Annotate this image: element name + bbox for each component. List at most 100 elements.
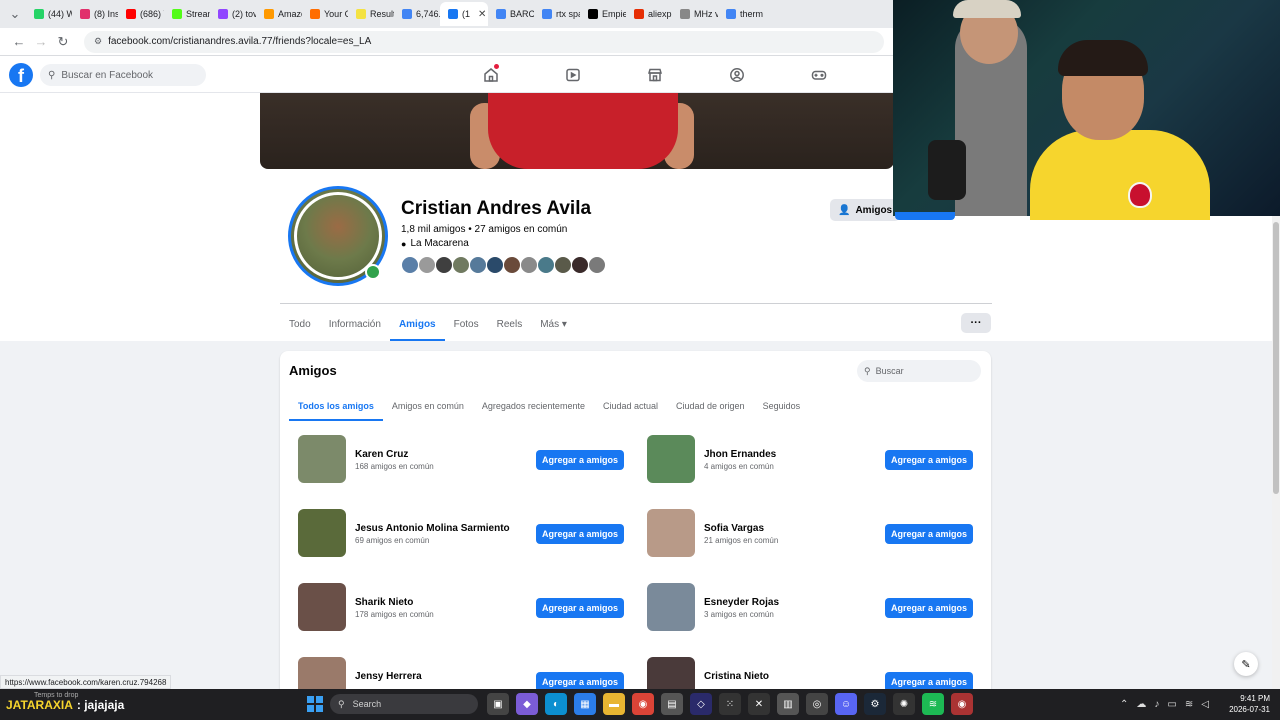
browser-tab[interactable]: 6,746. bbox=[394, 2, 440, 26]
browser-tab[interactable]: MHz v bbox=[672, 2, 718, 26]
task-view-icon[interactable]: ▣ bbox=[487, 693, 509, 715]
obs-icon[interactable]: ◎ bbox=[806, 693, 828, 715]
mutual-friend-avatar[interactable] bbox=[401, 256, 419, 274]
browser-tab[interactable]: (1 ✕ bbox=[440, 2, 488, 26]
discord-icon[interactable]: ☺ bbox=[835, 693, 857, 715]
mutual-friend-avatar[interactable] bbox=[486, 256, 504, 274]
browser-tab[interactable]: aliexp bbox=[626, 2, 672, 26]
browser-tab[interactable]: Your C bbox=[302, 2, 348, 26]
capcut-icon[interactable]: ✕ bbox=[748, 693, 770, 715]
profile-tab[interactable]: Fotos bbox=[445, 307, 488, 341]
app-grid-icon[interactable]: ⁙ bbox=[719, 693, 741, 715]
friends-search-input[interactable]: ⚲ Buscar bbox=[857, 360, 981, 382]
friend-photo[interactable] bbox=[298, 657, 346, 689]
friend-name[interactable]: Jensy Herrera bbox=[355, 671, 422, 682]
profile-tab[interactable]: Amigos bbox=[389, 307, 445, 341]
friends-subtab[interactable]: Seguidos bbox=[754, 391, 810, 421]
mutual-friend-avatar[interactable] bbox=[452, 256, 470, 274]
browser-tab[interactable]: (44) W bbox=[26, 2, 72, 26]
browser-tab[interactable]: therm bbox=[718, 2, 764, 26]
hidden-action-button[interactable] bbox=[895, 212, 955, 220]
mutual-friend-avatar[interactable] bbox=[520, 256, 538, 274]
friend-photo[interactable] bbox=[647, 657, 695, 689]
add-friend-button[interactable]: Agregar a amigos bbox=[885, 672, 973, 689]
chrome-alt-icon[interactable]: ◉ bbox=[951, 693, 973, 715]
url-input[interactable]: ⚙ facebook.com/cristianandres.avila.77/f… bbox=[84, 30, 884, 53]
gaming-nav-icon[interactable] bbox=[778, 63, 860, 87]
tab-list-chevron-icon[interactable]: ⌄ bbox=[4, 3, 26, 25]
groups-nav-icon[interactable] bbox=[696, 63, 778, 87]
new-message-icon[interactable]: ✎ bbox=[1234, 652, 1258, 676]
mutual-friend-avatar[interactable] bbox=[571, 256, 589, 274]
profile-tab[interactable]: Todo bbox=[280, 307, 320, 341]
facebook-logo-icon[interactable]: f bbox=[9, 63, 33, 87]
photos-icon[interactable]: ▦ bbox=[574, 693, 596, 715]
facebook-search-input[interactable]: ⚲ Buscar en Facebook bbox=[40, 64, 206, 86]
friend-photo[interactable] bbox=[298, 435, 346, 483]
edge-icon[interactable]: ◐ bbox=[545, 693, 567, 715]
display-icon[interactable]: ▭ bbox=[1167, 699, 1176, 710]
add-friend-button[interactable]: Agregar a amigos bbox=[885, 598, 973, 618]
mutual-friend-avatar[interactable] bbox=[435, 256, 453, 274]
forward-arrow-icon[interactable]: → bbox=[30, 31, 52, 53]
friend-photo[interactable] bbox=[647, 435, 695, 483]
friends-subtab[interactable]: Ciudad de origen bbox=[667, 391, 754, 421]
friends-subtab[interactable]: Ciudad actual bbox=[594, 391, 667, 421]
page-scrollbar-thumb[interactable] bbox=[1273, 222, 1279, 494]
friends-subtab[interactable]: Agregados recientemente bbox=[473, 391, 594, 421]
volume-icon[interactable]: ◁ bbox=[1201, 699, 1209, 710]
add-friend-button[interactable]: Agregar a amigos bbox=[536, 672, 624, 689]
friend-name[interactable]: Jhon Ernandes bbox=[704, 449, 776, 460]
browser-tab[interactable]: Amazo bbox=[256, 2, 302, 26]
cloud-icon[interactable]: ☁ bbox=[1136, 699, 1146, 710]
friend-name[interactable]: Sofia Vargas bbox=[704, 523, 764, 534]
marketplace-nav-icon[interactable] bbox=[614, 63, 696, 87]
spotify-icon[interactable]: ≋ bbox=[922, 693, 944, 715]
home-nav-icon[interactable] bbox=[450, 63, 532, 87]
copilot-icon[interactable]: ◆ bbox=[516, 693, 538, 715]
site-info-icon[interactable]: ⚙ bbox=[94, 36, 102, 47]
notepad-icon[interactable]: ▥ bbox=[777, 693, 799, 715]
friend-name[interactable]: Sharik Nieto bbox=[355, 597, 413, 608]
friend-photo[interactable] bbox=[647, 509, 695, 557]
browser-tab[interactable]: (686) Y bbox=[118, 2, 164, 26]
mutual-friend-avatar[interactable] bbox=[418, 256, 436, 274]
friend-name[interactable]: Esneyder Rojas bbox=[704, 597, 779, 608]
browser-tab[interactable]: BARCE bbox=[488, 2, 534, 26]
friend-name[interactable]: Cristina Nieto bbox=[704, 671, 769, 682]
browser-tab[interactable]: Empie bbox=[580, 2, 626, 26]
browser-tab[interactable]: rtx spa bbox=[534, 2, 580, 26]
friend-photo[interactable] bbox=[298, 509, 346, 557]
add-friend-button[interactable]: Agregar a amigos bbox=[536, 598, 624, 618]
reload-icon[interactable]: ↻ bbox=[52, 31, 74, 53]
wifi-icon[interactable]: ≋ bbox=[1185, 699, 1193, 710]
store-icon[interactable]: ▤ bbox=[661, 693, 683, 715]
browser-tab[interactable]: Result bbox=[348, 2, 394, 26]
add-friend-button[interactable]: Agregar a amigos bbox=[536, 450, 624, 470]
friend-photo[interactable] bbox=[647, 583, 695, 631]
add-friend-button[interactable]: Agregar a amigos bbox=[885, 524, 973, 544]
chatgpt-icon[interactable]: ✺ bbox=[893, 693, 915, 715]
more-options-button[interactable]: ··· bbox=[961, 313, 991, 333]
friend-name[interactable]: Jesus Antonio Molina Sarmiento bbox=[355, 523, 510, 534]
back-arrow-icon[interactable]: ← bbox=[8, 31, 30, 53]
microphone-icon[interactable]: ♪ bbox=[1154, 699, 1159, 710]
taskbar-clock[interactable]: 9:41 PM 2026-07-31 bbox=[1222, 693, 1270, 715]
mutual-friend-avatar[interactable] bbox=[503, 256, 521, 274]
tray-chevron-icon[interactable]: ⌃ bbox=[1120, 699, 1128, 710]
profile-tab[interactable]: Más ▾ bbox=[531, 307, 576, 341]
taskbar-search[interactable]: ⚲ Search bbox=[330, 694, 478, 714]
windows-start-icon[interactable] bbox=[307, 696, 323, 712]
add-friend-button[interactable]: Agregar a amigos bbox=[536, 524, 624, 544]
friend-name[interactable]: Karen Cruz bbox=[355, 449, 408, 460]
profile-tab[interactable]: Información bbox=[320, 307, 390, 341]
profile-tab[interactable]: Reels bbox=[488, 307, 532, 341]
close-tab-icon[interactable]: ✕ bbox=[478, 9, 486, 20]
browser-tab[interactable]: (8) Inst bbox=[72, 2, 118, 26]
chrome-icon[interactable]: ◉ bbox=[632, 693, 654, 715]
browser-tab[interactable]: (2) tov bbox=[210, 2, 256, 26]
mutual-friend-avatar[interactable] bbox=[588, 256, 606, 274]
video-nav-icon[interactable] bbox=[532, 63, 614, 87]
friend-photo[interactable] bbox=[298, 583, 346, 631]
steam-icon[interactable]: ⚙ bbox=[864, 693, 886, 715]
